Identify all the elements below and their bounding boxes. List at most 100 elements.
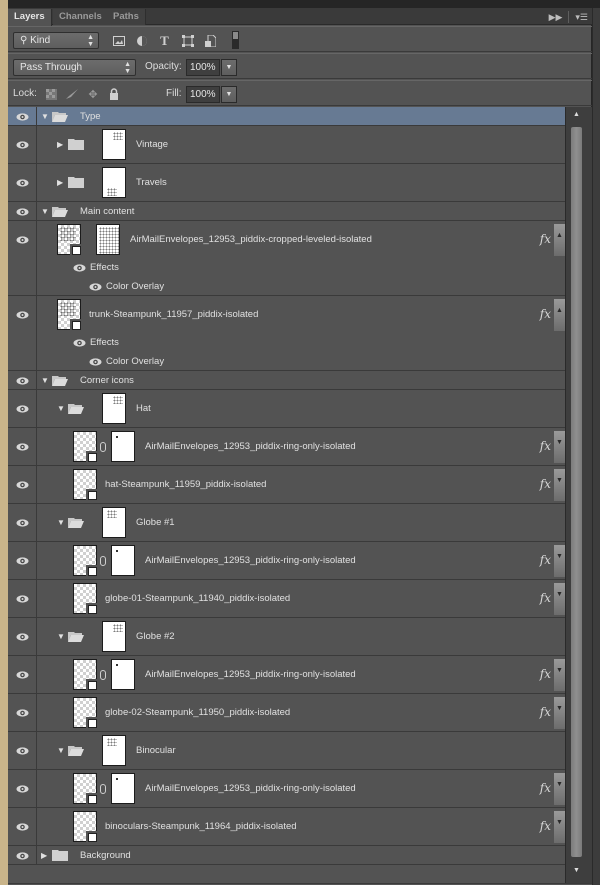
expand-effects-icon[interactable]: ▼ — [554, 431, 565, 463]
eye-icon[interactable] — [16, 141, 29, 149]
visibility-toggle[interactable] — [8, 466, 37, 503]
visibility-toggle[interactable] — [8, 390, 37, 427]
layer-row[interactable]: binoculars-Steampunk_11964_piddix-isolat… — [8, 808, 565, 846]
group-mask-thumbnail[interactable] — [102, 129, 126, 160]
collapse-triangle-icon[interactable]: ▼ — [57, 633, 65, 641]
layer-group-row[interactable]: ▶ Background — [8, 846, 565, 865]
visibility-toggle[interactable] — [8, 618, 37, 655]
smart-object-thumbnail[interactable] — [73, 773, 97, 804]
smart-object-thumbnail[interactable] — [73, 583, 97, 614]
expand-effects-icon[interactable]: ▼ — [554, 469, 565, 501]
adjustment-layer-filter-icon[interactable] — [135, 34, 148, 47]
eye-icon[interactable] — [16, 443, 29, 451]
opacity-dropdown-button[interactable]: ▼ — [221, 59, 237, 76]
eye-icon[interactable] — [16, 311, 29, 319]
fill-input[interactable]: 100% — [186, 86, 220, 103]
eye-icon[interactable] — [16, 557, 29, 565]
mask-link-icon[interactable] — [100, 556, 106, 566]
visibility-toggle[interactable] — [8, 656, 37, 693]
layer-mask-thumbnail[interactable] — [96, 224, 120, 255]
eye-icon[interactable] — [16, 207, 29, 216]
layer-group-row[interactable]: ▼ Corner icons — [8, 371, 565, 390]
layer-mask-thumbnail[interactable] — [111, 659, 135, 690]
scroll-down-icon[interactable]: ▼ — [570, 867, 583, 877]
eye-icon[interactable] — [73, 339, 86, 347]
opacity-input[interactable]: 100% — [186, 59, 220, 76]
fx-icon[interactable]: fx — [540, 439, 551, 453]
fx-icon[interactable]: fx — [540, 667, 551, 681]
mask-link-icon[interactable] — [100, 670, 106, 680]
fill-dropdown-button[interactable]: ▼ — [221, 86, 237, 103]
visibility-toggle[interactable] — [8, 770, 37, 807]
layer-mask-thumbnail[interactable] — [111, 773, 135, 804]
smart-object-thumbnail[interactable] — [57, 224, 81, 255]
fx-icon[interactable]: fx — [540, 477, 551, 491]
filter-kind-select[interactable]: ⚲ Kind ▲ ▼ — [13, 32, 99, 49]
group-mask-thumbnail[interactable] — [102, 735, 126, 766]
visibility-toggle[interactable] — [8, 504, 37, 541]
layer-row[interactable]: globe-01-Steampunk_11940_piddix-isolated… — [8, 580, 565, 618]
eye-icon[interactable] — [16, 785, 29, 793]
expand-effects-icon[interactable]: ▼ — [554, 697, 565, 729]
layer-row[interactable]: AirMailEnvelopes_12953_piddix-cropped-le… — [8, 221, 565, 296]
layer-name[interactable]: AirMailEnvelopes_12953_piddix-ring-only-… — [145, 669, 356, 680]
layer-group-row[interactable]: ▶ Vintage — [8, 126, 565, 164]
visibility-toggle[interactable] — [8, 221, 37, 295]
double-chevron-right-icon[interactable]: ▶▶ — [549, 12, 563, 23]
group-mask-thumbnail[interactable] — [102, 507, 126, 538]
layer-group-row[interactable]: ▼ Globe #2 — [8, 618, 565, 656]
blend-mode-select[interactable]: Pass Through ▲ ▼ — [13, 59, 136, 76]
eye-icon[interactable] — [73, 264, 86, 272]
lock-transparent-pixels-icon[interactable] — [44, 87, 58, 101]
smart-object-thumbnail[interactable] — [73, 431, 97, 462]
layer-group-row[interactable]: ▼ Main content — [8, 202, 565, 221]
expand-effects-icon[interactable]: ▼ — [554, 583, 565, 615]
eye-icon[interactable] — [16, 671, 29, 679]
smart-object-filter-icon[interactable] — [204, 34, 217, 47]
collapse-triangle-icon[interactable]: ▼ — [41, 207, 49, 216]
layer-row[interactable]: trunk-Steampunk_11957_piddix-isolated fx ▲… — [8, 296, 565, 371]
visibility-toggle[interactable] — [8, 428, 37, 465]
eye-icon[interactable] — [16, 376, 29, 385]
layer-name[interactable]: AirMailEnvelopes_12953_piddix-cropped-le… — [130, 234, 372, 245]
collapse-triangle-icon[interactable]: ▼ — [57, 519, 65, 527]
collapse-triangle-icon[interactable]: ▼ — [41, 376, 49, 385]
visibility-toggle[interactable] — [8, 580, 37, 617]
fx-icon[interactable]: fx — [540, 553, 551, 567]
layer-mask-thumbnail[interactable] — [111, 545, 135, 576]
layer-name[interactable]: Hat — [136, 403, 151, 414]
eye-icon[interactable] — [16, 747, 29, 755]
layer-name[interactable]: Travels — [136, 177, 167, 188]
visibility-toggle[interactable] — [8, 808, 37, 845]
fx-icon[interactable]: fx — [540, 705, 551, 719]
type-layer-filter-icon[interactable]: T — [158, 33, 171, 48]
layer-row[interactable]: AirMailEnvelopes_12953_piddix-ring-only-… — [8, 770, 565, 808]
layer-name[interactable]: Globe #1 — [136, 517, 175, 528]
scroll-thumb[interactable] — [571, 127, 582, 857]
layer-name[interactable]: Vintage — [136, 139, 168, 150]
eye-icon[interactable] — [16, 519, 29, 527]
collapse-effects-icon[interactable]: ▲ — [554, 299, 565, 331]
expand-effects-icon[interactable]: ▼ — [554, 659, 565, 691]
lock-position-icon[interactable]: ✥ — [86, 87, 100, 101]
pixel-layer-filter-icon[interactable] — [112, 34, 125, 47]
eye-icon[interactable] — [16, 633, 29, 641]
fx-icon[interactable]: fx — [540, 781, 551, 795]
layer-name[interactable]: Binocular — [136, 745, 176, 756]
expand-triangle-icon[interactable]: ▶ — [57, 141, 65, 149]
filter-toggle-switch[interactable] — [232, 31, 239, 49]
layer-group-row[interactable]: ▶ Travels — [8, 164, 565, 202]
collapse-effects-icon[interactable]: ▲ — [554, 224, 565, 256]
layer-name[interactable]: Main content — [80, 206, 134, 217]
lock-image-pixels-icon[interactable] — [65, 87, 79, 101]
visibility-toggle[interactable] — [8, 296, 37, 370]
layer-name[interactable]: globe-01-Steampunk_11940_piddix-isolated — [105, 593, 290, 604]
eye-icon[interactable] — [16, 481, 29, 489]
layer-name[interactable]: AirMailEnvelopes_12953_piddix-ring-only-… — [145, 555, 356, 566]
fx-icon[interactable]: fx — [540, 307, 551, 321]
layer-name[interactable]: Type — [80, 111, 101, 122]
layer-row[interactable]: AirMailEnvelopes_12953_piddix-ring-only-… — [8, 656, 565, 694]
layer-group-row[interactable]: ▼ Type — [8, 107, 565, 126]
layer-group-row[interactable]: ▼ Binocular — [8, 732, 565, 770]
fx-icon[interactable]: fx — [540, 232, 551, 246]
